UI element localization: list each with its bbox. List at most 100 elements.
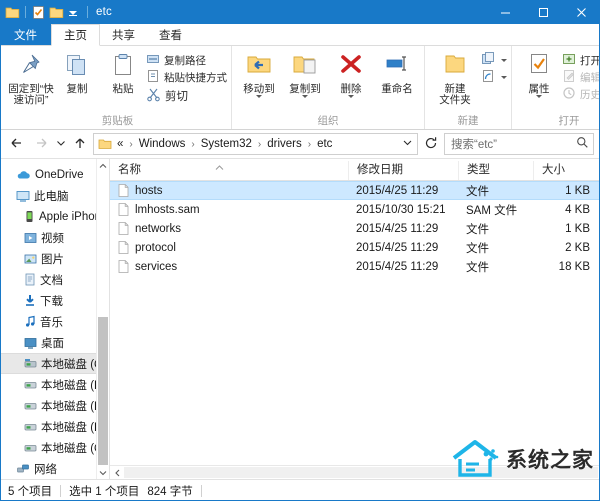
system-drive-icon xyxy=(24,358,37,369)
minimize-icon[interactable] xyxy=(486,0,524,24)
properties-button[interactable]: 属性 xyxy=(516,50,562,98)
sidebar-item-downloads[interactable]: 下载 xyxy=(0,290,109,311)
column-header-name[interactable]: 名称 xyxy=(110,161,348,180)
scroll-left-icon[interactable] xyxy=(110,466,124,480)
tab-home[interactable]: 主页 xyxy=(51,24,100,46)
sidebar-item-this-pc[interactable]: 此电脑 xyxy=(0,185,109,206)
close-icon[interactable] xyxy=(562,0,600,24)
move-to-button[interactable]: 移动到 xyxy=(236,50,282,98)
new-folder-icon xyxy=(442,52,468,81)
sidebar-item-onedrive[interactable]: OneDrive xyxy=(0,164,109,185)
sidebar-item-pictures[interactable]: 图片 xyxy=(0,248,109,269)
column-header-date[interactable]: 修改日期 xyxy=(348,161,458,180)
table-row[interactable]: lmhosts.sam 2015/10/30 15:21 SAM 文件 4 KB xyxy=(110,200,600,219)
ribbon-group-title-new: 新建 xyxy=(457,115,479,127)
copy-button[interactable]: 复制 xyxy=(54,50,100,95)
file-size: 2 KB xyxy=(565,241,590,254)
rename-button[interactable]: 重命名 xyxy=(374,50,420,95)
address-input[interactable]: « › Windows › System32 › drivers › etc xyxy=(93,133,418,155)
properties-icon[interactable] xyxy=(31,5,46,20)
history-dropdown-icon[interactable] xyxy=(402,137,413,151)
open-small-buttons: 打开 编辑 历史记录 xyxy=(562,50,600,103)
sidebar-item-network[interactable]: 网络 xyxy=(0,458,109,479)
paste-shortcut-button[interactable]: 粘贴快捷方式 xyxy=(146,69,227,86)
move-to-label: 移动到 xyxy=(243,83,275,95)
horizontal-scrollbar[interactable] xyxy=(110,465,600,479)
recent-locations-button[interactable] xyxy=(54,133,67,155)
new-folder-icon[interactable] xyxy=(49,5,64,20)
tab-share[interactable]: 共享 xyxy=(100,24,147,45)
folder-icon[interactable] xyxy=(5,5,20,20)
sidebar-item-drive-f[interactable]: 本地磁盘 (F:) xyxy=(0,416,109,437)
breadcrumb-system32[interactable]: System32 xyxy=(199,138,254,150)
sidebar-item-drive-g[interactable]: 本地磁盘 (G:) xyxy=(0,437,109,458)
paste-button[interactable]: 粘贴 xyxy=(100,50,146,95)
breadcrumb-overflow[interactable]: « xyxy=(115,138,125,150)
scrollbar-track[interactable] xyxy=(124,467,598,478)
chevron-down-icon[interactable] xyxy=(256,95,262,98)
table-row[interactable]: protocol 2015/4/25 11:29 文件 2 KB xyxy=(110,238,600,257)
address-bar: « › Windows › System32 › drivers › etc 搜… xyxy=(0,130,600,158)
file-explorer-window: etc 文件 主页 共享 查看 固定到“快 速访问” 复制 粘贴 复制路径 粘贴… xyxy=(0,0,600,501)
new-item-button[interactable] xyxy=(481,52,507,69)
breadcrumb-etc[interactable]: etc xyxy=(315,138,334,150)
sidebar-item-documents[interactable]: 文档 xyxy=(0,269,109,290)
breadcrumb-separator: › xyxy=(191,138,195,150)
sidebar-item-music[interactable]: 音乐 xyxy=(0,311,109,332)
chevron-down-icon[interactable] xyxy=(302,95,308,98)
search-box[interactable]: 搜索“etc” xyxy=(444,133,594,155)
column-header-size[interactable]: 大小 xyxy=(533,161,600,180)
tab-file[interactable]: 文件 xyxy=(0,24,51,45)
search-input[interactable]: 搜索“etc” xyxy=(451,136,576,152)
table-row[interactable]: hosts 2015/4/25 11:29 文件 1 KB xyxy=(110,181,600,200)
breadcrumb-drivers[interactable]: drivers xyxy=(265,138,304,150)
table-row[interactable]: networks 2015/4/25 11:29 文件 1 KB xyxy=(110,219,600,238)
sidebar-item-videos[interactable]: 视频 xyxy=(0,227,109,248)
file-name-cell: protocol xyxy=(110,241,348,254)
back-button[interactable] xyxy=(6,133,28,155)
chevron-down-icon[interactable] xyxy=(536,95,542,98)
chevron-down-icon[interactable] xyxy=(501,76,507,79)
sidebar-item-drive-c[interactable]: 本地磁盘 (C:) xyxy=(0,353,109,374)
history-button: 历史记录 xyxy=(562,86,600,103)
refresh-button[interactable] xyxy=(420,133,442,155)
edit-label: 编辑 xyxy=(580,72,600,84)
open-icon xyxy=(562,52,576,69)
pin-to-quick-access-button[interactable]: 固定到“快 速访问” xyxy=(8,50,54,106)
file-date: 2015/4/25 11:29 xyxy=(356,184,439,197)
up-button[interactable] xyxy=(69,133,91,155)
copy-to-button[interactable]: 复制到 xyxy=(282,50,328,98)
item-count: 5 个项目 xyxy=(8,485,53,498)
delete-button[interactable]: 删除 xyxy=(328,50,374,98)
maximize-icon[interactable] xyxy=(524,0,562,24)
scroll-up-icon[interactable] xyxy=(97,159,109,172)
cut-button[interactable]: 剪切 xyxy=(146,86,227,105)
copy-path-button[interactable]: 复制路径 xyxy=(146,52,227,69)
scrollbar-thumb[interactable] xyxy=(98,317,108,465)
breadcrumb-windows[interactable]: Windows xyxy=(137,138,188,150)
sidebar-scrollbar[interactable] xyxy=(96,159,109,479)
ribbon-group-title-organize: 组织 xyxy=(317,115,339,127)
music-icon xyxy=(24,315,36,328)
sidebar-item-apple-iphone[interactable]: Apple iPhone xyxy=(0,206,109,227)
edit-icon xyxy=(562,69,576,86)
history-label: 历史记录 xyxy=(580,89,600,101)
column-header-type[interactable]: 类型 xyxy=(458,161,533,180)
easy-access-button[interactable] xyxy=(481,69,507,86)
customize-dropdown-icon[interactable] xyxy=(67,5,82,20)
file-date: 2015/10/30 15:21 xyxy=(356,203,446,216)
chevron-down-icon[interactable] xyxy=(348,95,354,98)
pin-icon xyxy=(18,52,44,81)
scroll-down-icon[interactable] xyxy=(97,466,109,479)
chevron-down-icon[interactable] xyxy=(501,59,507,62)
new-folder-label-line2: 文件夹 xyxy=(439,94,471,106)
paste-shortcut-icon xyxy=(146,69,160,86)
open-button[interactable]: 打开 xyxy=(562,52,600,69)
table-row[interactable]: services 2015/4/25 11:29 文件 18 KB xyxy=(110,257,600,276)
file-type: SAM 文件 xyxy=(466,204,518,217)
tab-view[interactable]: 查看 xyxy=(147,24,194,45)
sidebar-item-desktop[interactable]: 桌面 xyxy=(0,332,109,353)
new-folder-button[interactable]: 新建 文件夹 xyxy=(429,50,481,106)
sidebar-item-drive-e[interactable]: 本地磁盘 (E:) xyxy=(0,395,109,416)
sidebar-item-drive-d[interactable]: 本地磁盘 (D:) xyxy=(0,374,109,395)
